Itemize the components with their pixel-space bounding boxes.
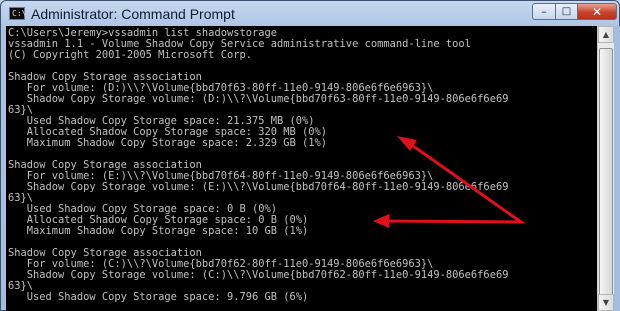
maximize-icon: □ bbox=[561, 6, 572, 17]
command-prompt-icon[interactable]: C:\ bbox=[9, 7, 27, 20]
vertical-scrollbar[interactable]: ▲ ▼ bbox=[597, 26, 614, 311]
window-frame-right bbox=[614, 26, 620, 311]
scroll-up-button[interactable]: ▲ bbox=[598, 26, 614, 43]
console-output[interactable]: C:\Users\Jeremy>vssadmin list shadowstor… bbox=[6, 26, 597, 311]
console-line: Maximum Shadow Copy Storage space: 10 GB… bbox=[8, 225, 309, 237]
close-icon: ✕ bbox=[591, 4, 603, 19]
scroll-thumb[interactable] bbox=[599, 48, 613, 302]
scroll-up-icon: ▲ bbox=[602, 30, 610, 39]
scroll-down-button[interactable]: ▼ bbox=[598, 294, 614, 311]
console-line: Shadow Copy Storage volume: (E:)\\?\Volu… bbox=[8, 181, 509, 193]
title-bar[interactable]: C:\ Administrator: Command Prompt – □ ✕ bbox=[1, 1, 619, 27]
console-line: Used Shadow Copy Storage space: 9.796 GB… bbox=[8, 291, 309, 303]
console-line: Shadow Copy Storage volume: (C:)\\?\Volu… bbox=[8, 269, 509, 281]
close-button[interactable]: ✕ bbox=[577, 3, 617, 20]
console-line: Maximum Shadow Copy Storage space: 2.329… bbox=[8, 137, 328, 149]
minimize-button[interactable]: – bbox=[532, 3, 556, 20]
window-title: Administrator: Command Prompt bbox=[31, 6, 235, 22]
maximize-button[interactable]: □ bbox=[555, 3, 578, 20]
command-prompt-icon-label: C:\ bbox=[12, 9, 27, 18]
scroll-down-icon: ▼ bbox=[602, 298, 610, 307]
minimize-icon: – bbox=[541, 5, 547, 18]
console-line: (C) Copyright 2001-2005 Microsoft Corp. bbox=[8, 49, 252, 61]
console-line: Shadow Copy Storage volume: (D:)\\?\Volu… bbox=[8, 93, 509, 105]
